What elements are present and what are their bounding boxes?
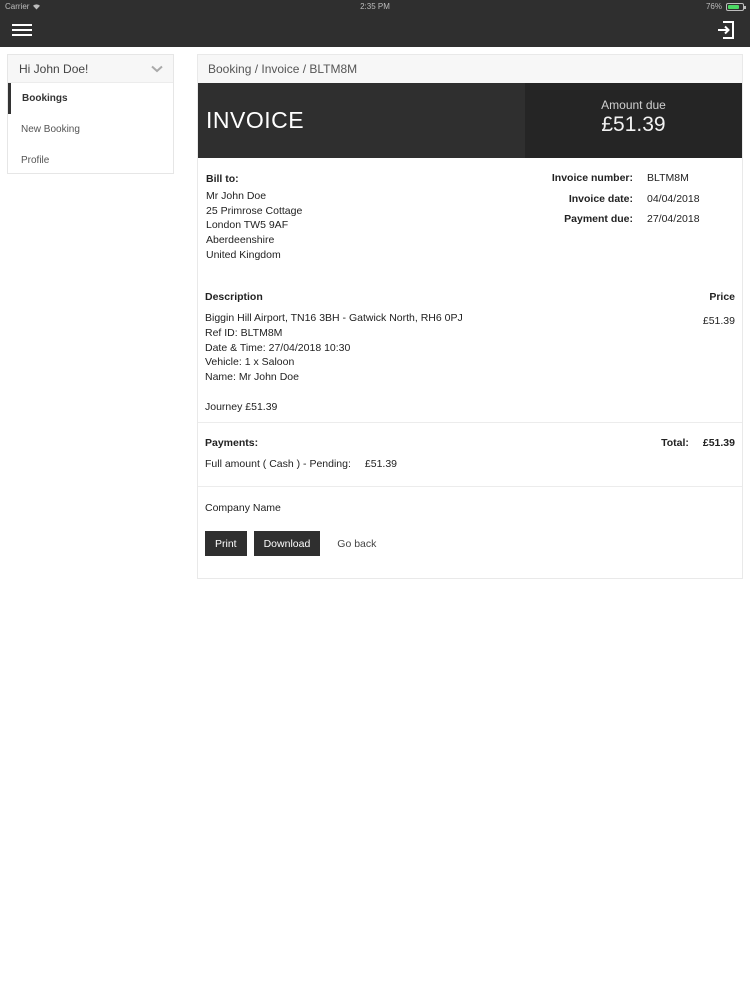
total-amount: £51.39 — [702, 437, 735, 449]
logout-icon[interactable] — [716, 20, 736, 40]
sidebar: Hi John Doe! Bookings New Booking Profil… — [7, 54, 174, 174]
sidebar-item-label: Bookings — [22, 93, 68, 104]
invoice-number-label: Invoice number: — [551, 172, 633, 184]
sidebar-item-bookings[interactable]: Bookings — [8, 83, 173, 114]
invoice-meta: Invoice number: BLTM8M Invoice date: 04/… — [547, 172, 707, 234]
invoice-banner: INVOICE Amount due £51.39 — [198, 83, 742, 158]
sidebar-item-label: New Booking — [21, 124, 80, 135]
sidebar-item-label: Profile — [21, 155, 50, 166]
journey-line: Journey £51.39 — [205, 400, 278, 413]
invoice-date-row: Invoice date: 04/04/2018 — [547, 193, 707, 214]
billing-section: Bill to: Mr John Doe 25 Primrose Cottage… — [198, 158, 742, 280]
invoice-panel: Booking / Invoice / BLTM8M INVOICE Amoun… — [197, 54, 743, 579]
page-title: INVOICE — [198, 83, 525, 158]
user-menu[interactable]: Hi John Doe! — [8, 55, 173, 83]
company-name: Company Name — [205, 502, 281, 514]
payments-header: Payments: — [205, 437, 259, 449]
sidebar-item-new-booking[interactable]: New Booking — [8, 114, 173, 145]
payment-total: Total: £51.39 — [661, 437, 735, 449]
description-header: Description Price — [205, 291, 735, 303]
download-button[interactable]: Download — [253, 531, 321, 556]
invoice-number-row: Invoice number: BLTM8M — [547, 172, 707, 193]
description-header-label: Description — [205, 291, 263, 303]
description-line: Biggin Hill Airport, TN16 3BH - Gatwick … — [205, 312, 463, 324]
description-line: Date & Time: 27/04/2018 10:30 — [205, 341, 351, 354]
payment-row: Full amount ( Cash ) - Pending: £51.39 — [205, 458, 735, 470]
battery-indicator: 76% — [705, 2, 746, 11]
breadcrumb: Booking / Invoice / BLTM8M — [198, 55, 742, 83]
amount-due-value: £51.39 — [601, 113, 666, 136]
print-button[interactable]: Print — [205, 531, 247, 556]
payment-due-value: 27/04/2018 — [647, 213, 700, 225]
sidebar-item-profile[interactable]: Profile — [8, 145, 173, 176]
invoice-footer: Company Name Print Download Go back — [198, 487, 742, 571]
status-time: 2:35 PM — [360, 2, 390, 11]
amount-due-box: Amount due £51.39 — [525, 83, 742, 158]
chevron-down-icon — [151, 65, 163, 72]
app-bar — [0, 14, 750, 47]
go-back-link[interactable]: Go back — [337, 538, 376, 550]
battery-icon — [726, 2, 746, 11]
battery-percent: 76% — [705, 2, 722, 11]
user-greeting: Hi John Doe! — [19, 61, 89, 76]
status-bar: Carrier 2:35 PM 76% — [0, 0, 750, 14]
payment-due-row: Payment due: 27/04/2018 — [547, 213, 707, 234]
line-price: £51.39 — [702, 315, 735, 327]
payments-section: Payments: Full amount ( Cash ) - Pending… — [198, 423, 742, 487]
payment-amount: £51.39 — [364, 458, 398, 470]
bill-to-line: Aberdeenshire — [206, 234, 275, 247]
amount-due-label: Amount due — [601, 98, 666, 112]
description-section: Description Price Biggin Hill Airport, T… — [198, 280, 742, 423]
menu-icon[interactable] — [12, 22, 32, 38]
price-header-label: Price — [709, 291, 735, 303]
description-line: Vehicle: 1 x Saloon — [205, 356, 295, 369]
description-line: Name: Mr John Doe — [205, 371, 299, 384]
payment-due-label: Payment due: — [564, 213, 633, 225]
bill-to-line: United Kingdom — [206, 248, 281, 261]
payment-label: Full amount ( Cash ) - Pending: — [205, 458, 351, 470]
description-line: Ref ID: BLTM8M — [205, 326, 283, 339]
invoice-date-label: Invoice date: — [568, 192, 633, 205]
total-label: Total: — [661, 437, 689, 449]
action-buttons: Print Download Go back — [205, 531, 735, 556]
invoice-date-value: 04/04/2018 — [647, 192, 700, 205]
invoice-number-value: BLTM8M — [647, 172, 689, 184]
